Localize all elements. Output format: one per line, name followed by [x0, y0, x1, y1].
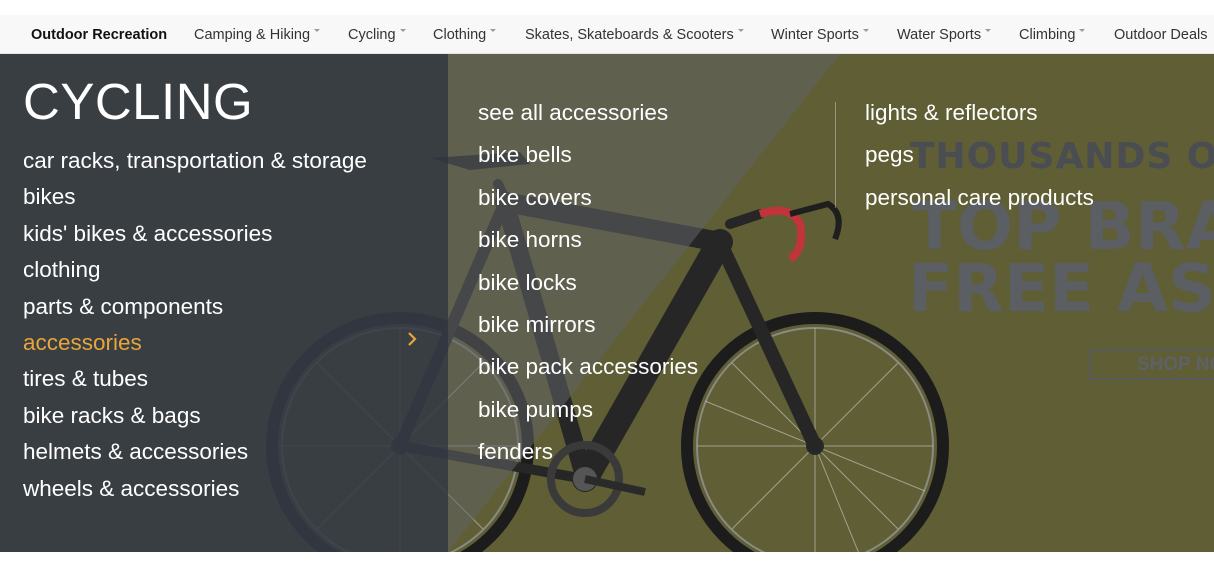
- dropdown-title: CYCLING: [23, 73, 254, 130]
- shop-now-button[interactable]: SHOP NO: [1089, 349, 1214, 380]
- nav-outdoor-recreation[interactable]: Outdoor Recreation: [31, 15, 167, 53]
- subcategory-item[interactable]: bike pumps: [478, 389, 698, 431]
- caret-down-icon: [399, 28, 406, 32]
- subcategory-item[interactable]: bike horns: [478, 219, 698, 261]
- subcategory-item[interactable]: lights & reflectors: [865, 92, 1094, 134]
- nav-clothing[interactable]: Clothing: [433, 15, 497, 53]
- nav-label: Outdoor Deals: [1114, 27, 1208, 43]
- subcategory-item[interactable]: bike locks: [478, 262, 698, 304]
- caret-down-icon: [1079, 28, 1086, 32]
- nav-winter-sports[interactable]: Winter Sports: [771, 15, 869, 53]
- subcategory-item[interactable]: fenders: [478, 431, 698, 473]
- category-item[interactable]: car racks, transportation & storage: [23, 143, 367, 179]
- nav-outdoor-deals[interactable]: Outdoor Deals: [1114, 15, 1208, 53]
- nav-label: Skates, Skateboards & Scooters: [525, 27, 734, 43]
- caret-down-icon: [314, 28, 321, 32]
- subcategory-list: see all accessories bike bells bike cove…: [478, 92, 698, 474]
- caret-down-icon: [985, 28, 992, 32]
- caret-down-icon: [490, 28, 497, 32]
- subcategory-item[interactable]: bike bells: [478, 134, 698, 176]
- hero-banner: THOUSANDS OF TOP BRA FREE ASS SHOP NO CY…: [0, 54, 1214, 552]
- caret-down-icon: [862, 28, 869, 32]
- nav-cycling[interactable]: Cycling: [348, 15, 406, 53]
- category-item[interactable]: clothing: [23, 252, 367, 288]
- category-item-active[interactable]: accessories: [23, 325, 367, 361]
- nav-label: Outdoor Recreation: [31, 27, 168, 43]
- caret-down-icon: [737, 28, 744, 32]
- nav-label: Climbing: [1019, 27, 1076, 43]
- nav-label: Clothing: [433, 27, 487, 43]
- nav-label: Camping & Hiking: [194, 27, 311, 43]
- nav-label: Water Sports: [897, 27, 982, 43]
- column-divider: [835, 102, 836, 208]
- category-item[interactable]: helmets & accessories: [23, 434, 367, 470]
- category-list: car racks, transportation & storage bike…: [23, 143, 367, 507]
- subcategory-item[interactable]: bike pack accessories: [478, 346, 698, 388]
- category-item[interactable]: wheels & accessories: [23, 471, 367, 507]
- nav-skates-skateboards-scooters[interactable]: Skates, Skateboards & Scooters: [525, 15, 744, 53]
- category-item[interactable]: tires & tubes: [23, 361, 367, 397]
- subcategory-list-2: lights & reflectors pegs personal care p…: [865, 92, 1094, 219]
- subcategory-item[interactable]: bike mirrors: [478, 304, 698, 346]
- top-nav-bar: Outdoor Recreation Camping & Hiking Cycl…: [0, 15, 1214, 54]
- subcategory-item[interactable]: personal care products: [865, 177, 1094, 219]
- subcategory-item[interactable]: pegs: [865, 134, 1094, 176]
- promo-headline: FREE ASS: [908, 250, 1214, 327]
- nav-water-sports[interactable]: Water Sports: [897, 15, 992, 53]
- category-item[interactable]: kids' bikes & accessories: [23, 216, 367, 252]
- chevron-right-icon: [408, 332, 417, 346]
- category-item[interactable]: bikes: [23, 179, 367, 215]
- nav-label: Cycling: [348, 27, 396, 43]
- subcategory-item[interactable]: see all accessories: [478, 92, 698, 134]
- category-item[interactable]: bike racks & bags: [23, 398, 367, 434]
- nav-label: Winter Sports: [771, 27, 859, 43]
- nav-camping-hiking[interactable]: Camping & Hiking: [194, 15, 321, 53]
- nav-climbing[interactable]: Climbing: [1019, 15, 1086, 53]
- subcategory-item[interactable]: bike covers: [478, 177, 698, 219]
- category-item[interactable]: parts & components: [23, 289, 367, 325]
